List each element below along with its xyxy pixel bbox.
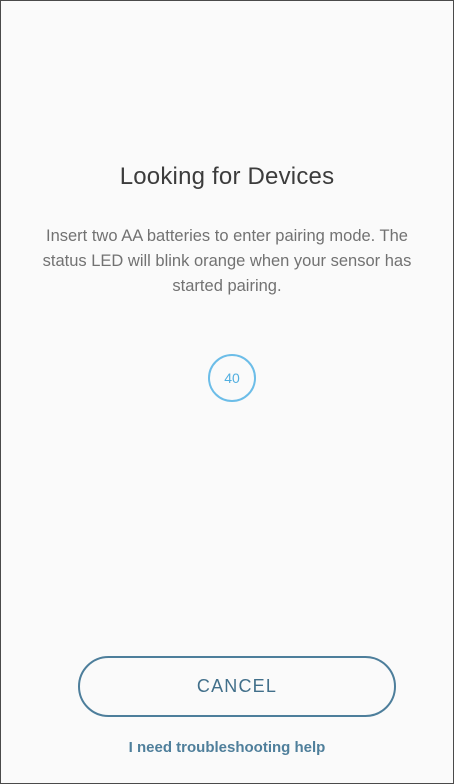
- countdown-value: 40: [224, 370, 240, 386]
- countdown-timer: 40: [208, 354, 256, 402]
- cancel-button[interactable]: CANCEL: [78, 656, 396, 717]
- page-title: Looking for Devices: [119, 163, 335, 190]
- troubleshooting-help-link[interactable]: I need troubleshooting help: [1, 739, 453, 756]
- pairing-screen: Looking for Devices Insert two AA batter…: [0, 0, 454, 784]
- pairing-instructions: Insert two AA batteries to enter pairing…: [42, 227, 412, 295]
